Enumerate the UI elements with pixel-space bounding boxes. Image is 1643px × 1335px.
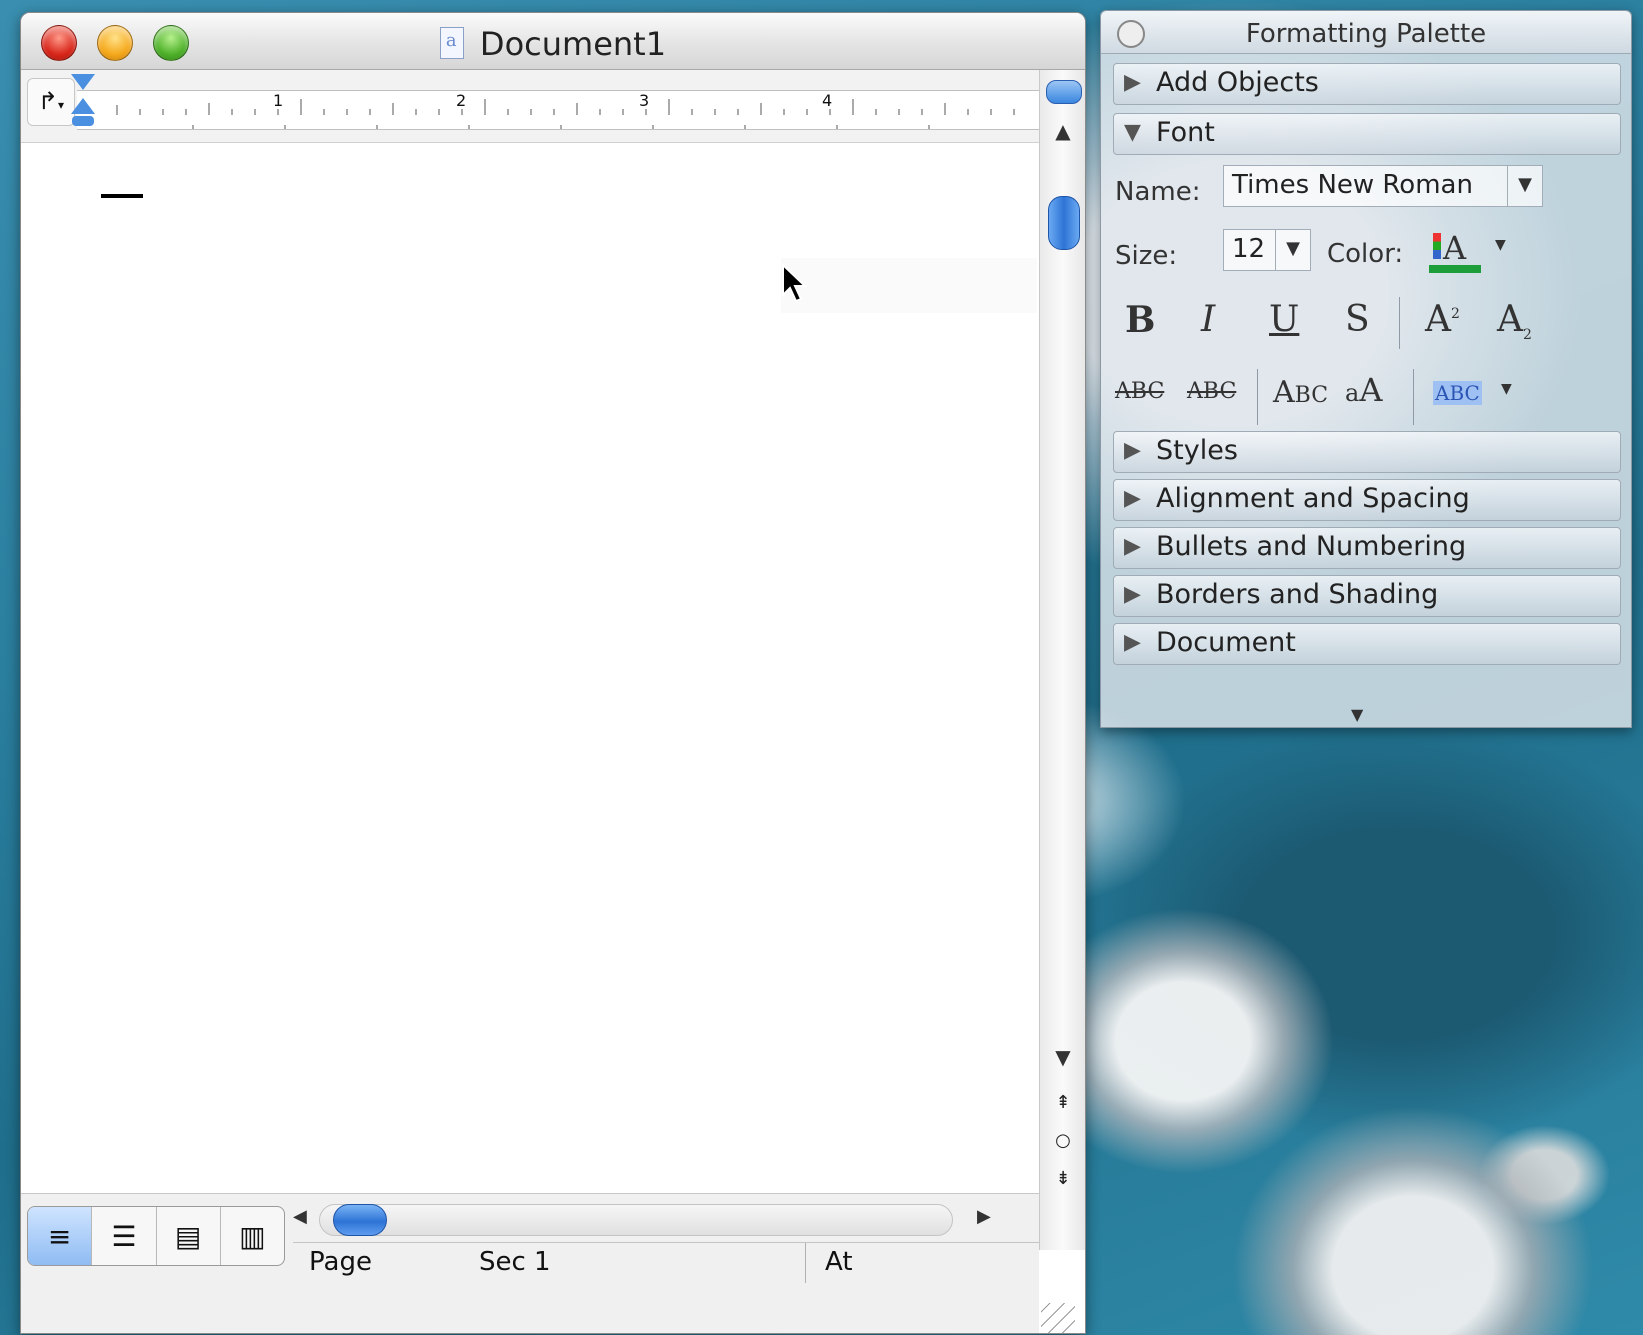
section-styles[interactable]: ▶ Styles	[1113, 431, 1621, 473]
tab-selector-button[interactable]: ↱▾	[27, 78, 75, 126]
dropdown-arrow-icon[interactable]: ▼	[1275, 230, 1310, 270]
palette-title: Formatting Palette	[1245, 19, 1487, 49]
ruler-number: 2	[456, 91, 467, 110]
dropdown-arrow-icon[interactable]: ▼	[1507, 166, 1542, 206]
separator	[1257, 369, 1258, 425]
font-color-button[interactable]: A	[1429, 229, 1481, 275]
bottom-bar: ≡ ☰ ▤ ▥ ◀ ▶ Page Sec 1 At	[21, 1193, 1039, 1333]
disclosure-triangle-icon[interactable]: ▶	[1124, 70, 1141, 95]
font-color-label: Color:	[1327, 239, 1404, 269]
subscript-button[interactable]: A2	[1497, 299, 1532, 343]
change-case-button[interactable]: aA	[1345, 371, 1382, 409]
document-window: Document1 ↱▾	[20, 12, 1086, 1334]
ruler-strip[interactable]: 1 2 3 4	[77, 90, 1039, 130]
previous-page-icon[interactable]: ⇞	[1046, 1086, 1080, 1120]
disclosure-triangle-icon[interactable]: ▶	[1124, 534, 1141, 559]
next-page-icon[interactable]: ⇟	[1046, 1162, 1080, 1196]
scroll-up-arrow-icon[interactable]: ▲	[1040, 114, 1085, 148]
underline-button[interactable]: U	[1269, 299, 1299, 340]
highlight-button[interactable]: ABC	[1433, 381, 1482, 405]
font-name-label: Name:	[1115, 177, 1201, 207]
color-spectrum-icon	[1433, 233, 1441, 259]
shadow-button[interactable]: S	[1345, 299, 1370, 340]
double-strikethrough-button[interactable]: ABC	[1187, 379, 1236, 404]
palette-title-bar[interactable]: Formatting Palette	[1101, 11, 1631, 54]
section-document[interactable]: ▶ Document	[1113, 623, 1621, 665]
small-caps-button[interactable]: ABC	[1273, 375, 1328, 410]
strikethrough-button[interactable]: ABC	[1115, 379, 1164, 404]
section-font[interactable]: ▼ Font	[1113, 113, 1621, 155]
section-alignment-and-spacing[interactable]: ▶ Alignment and Spacing	[1113, 479, 1621, 521]
separator	[1399, 297, 1400, 349]
disclosure-triangle-icon[interactable]: ▶	[1124, 630, 1141, 655]
bold-button[interactable]: B	[1125, 299, 1155, 341]
status-at: At	[825, 1247, 853, 1277]
document-icon	[439, 27, 464, 59]
line-highlight	[781, 258, 1037, 313]
select-browse-object-icon[interactable]: ○	[1046, 1124, 1080, 1158]
outline-view-button[interactable]: ☰	[92, 1207, 157, 1265]
horizontal-scroll-thumb[interactable]	[333, 1204, 387, 1236]
mouse-pointer-icon	[782, 263, 808, 303]
horizontal-scrollbar[interactable]: ◀ ▶	[293, 1200, 1009, 1240]
formatting-palette: Formatting Palette ▶ Add Objects ▼ Font …	[1100, 10, 1632, 728]
ruler-number: 4	[822, 91, 833, 110]
status-divider	[805, 1243, 806, 1283]
section-add-objects[interactable]: ▶ Add Objects	[1113, 63, 1621, 105]
scroll-left-arrow-icon[interactable]: ◀	[293, 1206, 307, 1227]
indent-marker[interactable]	[71, 74, 95, 132]
disclosure-triangle-icon[interactable]: ▶	[1124, 486, 1141, 511]
font-color-swatch	[1429, 265, 1481, 273]
font-size-dropdown[interactable]: 12 ▼	[1223, 229, 1311, 271]
font-color-icon: A	[1443, 229, 1467, 267]
normal-view-button[interactable]: ≡	[28, 1207, 93, 1265]
font-color-menu-arrow-icon[interactable]: ▼	[1495, 237, 1506, 253]
notebook-view-button[interactable]: ▥	[221, 1207, 284, 1265]
palette-scroll-down-arrow-icon[interactable]: ▼	[1351, 705, 1363, 724]
italic-button[interactable]: I	[1201, 299, 1215, 340]
title-bar[interactable]: Document1	[21, 13, 1085, 70]
ruler-ticks	[116, 99, 1015, 129]
scroll-down-arrow-icon[interactable]: ▼	[1040, 1040, 1085, 1074]
ruler[interactable]: ↱▾ 1 2 3 4	[21, 70, 1039, 143]
ruler-number: 1	[273, 91, 284, 110]
section-borders-and-shading[interactable]: ▶ Borders and Shading	[1113, 575, 1621, 617]
disclosure-triangle-icon[interactable]: ▶	[1124, 582, 1141, 607]
section-bullets-and-numbering[interactable]: ▶ Bullets and Numbering	[1113, 527, 1621, 569]
horizontal-scroll-track[interactable]	[319, 1204, 953, 1236]
highlight-menu-arrow-icon[interactable]: ▼	[1501, 381, 1512, 397]
separator	[1413, 369, 1414, 425]
insertion-point	[101, 194, 143, 198]
resize-grip[interactable]	[1041, 1303, 1075, 1333]
disclosure-triangle-open-icon[interactable]: ▼	[1124, 120, 1141, 145]
status-section: Sec 1	[479, 1247, 551, 1277]
page-layout-view-button[interactable]: ▤	[157, 1207, 221, 1265]
vertical-scroll-thumb[interactable]	[1048, 196, 1080, 250]
font-size-label: Size:	[1115, 241, 1178, 271]
ruler-number: 3	[639, 91, 650, 110]
font-name-dropdown[interactable]: Times New Roman ▼	[1223, 165, 1543, 207]
vertical-scrollbar[interactable]: ▲ ▼ ⇞ ○ ⇟	[1039, 70, 1085, 1250]
window-title: Document1	[21, 25, 1085, 63]
scroll-right-arrow-icon[interactable]: ▶	[977, 1206, 991, 1227]
disclosure-triangle-icon[interactable]: ▶	[1124, 438, 1141, 463]
status-bar: Page Sec 1 At	[293, 1242, 1039, 1283]
status-page: Page	[309, 1247, 372, 1277]
superscript-button[interactable]: A2	[1425, 299, 1460, 340]
view-switcher: ≡ ☰ ▤ ▥	[27, 1206, 285, 1266]
split-handle[interactable]	[1046, 80, 1082, 104]
